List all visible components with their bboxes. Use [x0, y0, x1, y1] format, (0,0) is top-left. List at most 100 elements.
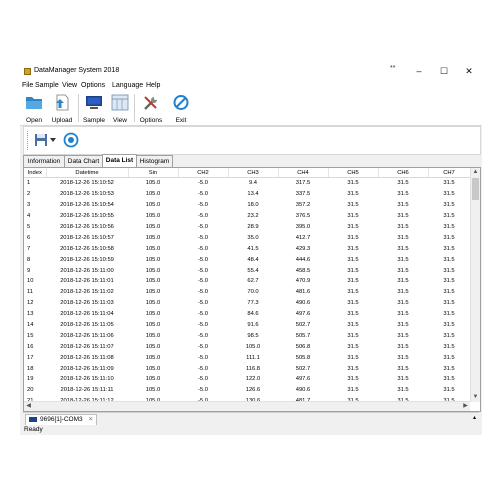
table-row[interactable]: 4 2018-12-26 15:10:55 105.0 -5.0 23.2 376.5 31… — [24, 211, 470, 222]
exit-button[interactable]: Exit — [170, 94, 192, 124]
cell-datetime: 2018-12-26 15:11:05 — [60, 322, 114, 329]
table-row[interactable]: 3 2018-12-26 15:10:54 105.0 -5.0 18.0 357.2 31… — [24, 200, 470, 211]
table-row[interactable]: 13 2018-12-26 15:11:04 105.0 -5.0 84.6 497.6 3… — [24, 309, 470, 320]
cell-ch6: 31.5 — [397, 354, 409, 361]
minimize-button[interactable]: – — [408, 63, 430, 80]
cell-ch5: 31.5 — [347, 202, 359, 209]
cell-index: 11 — [27, 289, 34, 296]
table-row[interactable]: 8 2018-12-26 15:10:59 105.0 -5.0 48.4 444.6 31… — [24, 254, 470, 265]
cell-ch2: -5.0 — [198, 343, 208, 350]
menu-sample[interactable]: Sample — [35, 82, 59, 89]
col-header-ch2[interactable]: CH2 — [178, 168, 229, 178]
cell-datetime: 2018-12-26 15:11:07 — [60, 343, 114, 350]
view-button[interactable]: View — [109, 94, 131, 124]
cell-ch2: -5.0 — [198, 191, 208, 198]
horizontal-scrollbar[interactable]: ◀ ▶ — [24, 401, 470, 411]
col-header-ch5[interactable]: CH5 — [328, 168, 379, 178]
table-row[interactable]: 20 2018-12-26 15:11:11 105.0 -5.0 126.6 490.6… — [24, 385, 470, 396]
cell-index: 12 — [27, 300, 34, 307]
table-row[interactable]: 6 2018-12-26 15:10:57 105.0 -5.0 35.0 412.7 31… — [24, 232, 470, 243]
ribbon-separator — [134, 94, 135, 122]
scroll-up-icon[interactable]: ▲ — [471, 168, 480, 177]
menu-language[interactable]: Language — [112, 82, 143, 89]
menu-help[interactable]: Help — [146, 82, 160, 89]
col-header-ch3[interactable]: CH3 — [228, 168, 279, 178]
table-row[interactable]: 11 2018-12-26 15:11:02 105.0 -5.0 70.0 481.6 3… — [24, 287, 470, 298]
cell-ch7: 31.5 — [443, 224, 455, 230]
status-text: Ready — [24, 426, 43, 433]
cell-ch7: 31.5 — [443, 267, 455, 274]
col-header-ch4[interactable]: CH4 — [278, 168, 329, 178]
table-row[interactable]: 18 2018-12-26 15:11:09 105.0 -5.0 116.8 502.7… — [24, 363, 470, 374]
cell-ch3: 13.4 — [247, 191, 259, 198]
menu-file[interactable]: File — [22, 82, 33, 89]
record-icon[interactable] — [63, 132, 79, 148]
tab-information[interactable]: Information — [23, 155, 65, 167]
tab-data-list[interactable]: Data List — [102, 154, 137, 167]
table-row[interactable]: 12 2018-12-26 15:11:03 105.0 -5.0 77.3 490.6 3… — [24, 298, 470, 309]
cell-ch3: 9.4 — [248, 180, 258, 187]
scroll-down-icon[interactable]: ▼ — [471, 393, 480, 402]
cell-sin: 105.0 — [145, 278, 161, 285]
table-row[interactable]: 19 2018-12-26 15:11:10 105.0 -5.0 122.0 497.6… — [24, 374, 470, 385]
upload-button[interactable]: Upload — [49, 94, 75, 124]
col-header-index[interactable]: Index — [24, 168, 47, 178]
vertical-scrollbar[interactable]: ▲ ▼ — [470, 168, 480, 402]
menu-options[interactable]: Options — [81, 82, 105, 89]
cell-ch5: 31.5 — [347, 278, 359, 285]
sample-button[interactable]: Sample — [81, 94, 107, 124]
menu-view[interactable]: View — [62, 82, 77, 89]
cell-ch2: -5.0 — [198, 376, 208, 383]
table-row[interactable]: 7 2018-12-26 15:10:58 105.0 -5.0 41.5 429.3 31… — [24, 243, 470, 254]
tab-histogram[interactable]: Histogram — [136, 155, 173, 167]
table-row[interactable]: 10 2018-12-26 15:11:01 105.0 -5.0 62.7 470.9 3… — [24, 276, 470, 287]
tab-list-dropdown-icon[interactable]: ▴ — [473, 414, 476, 421]
table-row[interactable]: 2 2018-12-26 15:10:53 105.0 -5.0 13.4 337.5 31… — [24, 189, 470, 200]
cell-index: 2 — [27, 191, 31, 198]
scroll-left-icon[interactable]: ◀ — [24, 402, 33, 411]
upload-document-icon — [56, 94, 69, 111]
options-button[interactable]: Options — [138, 94, 164, 124]
cell-ch6: 31.5 — [397, 311, 409, 318]
cell-sin: 105.0 — [145, 289, 161, 296]
table-row[interactable]: 17 2018-12-26 15:11:08 105.0 -5.0 111.1 505.8… — [24, 352, 470, 363]
col-header-sin[interactable]: Sin — [128, 168, 179, 178]
cell-ch2: -5.0 — [198, 267, 208, 274]
toolbar-grip[interactable] — [27, 131, 30, 150]
table-row[interactable]: 1 2018-12-26 15:10:52 105.0 -5.0 9.4 317.5 31.… — [24, 178, 470, 189]
cell-sin: 105.0 — [145, 376, 161, 383]
cell-ch6: 31.5 — [397, 387, 409, 394]
table-row[interactable]: 9 2018-12-26 15:11:00 105.0 -5.0 55.4 458.5 31… — [24, 265, 470, 276]
table-row[interactable]: 14 2018-12-26 15:11:05 105.0 -5.0 91.6 502.7 3… — [24, 320, 470, 331]
tab-data-chart[interactable]: Data Chart — [64, 155, 103, 167]
table-row[interactable]: 15 2018-12-26 15:11:06 105.0 -5.0 98.5 505.7 3… — [24, 330, 470, 341]
cell-index: 14 — [27, 322, 34, 329]
document-tab[interactable]: 9696[1]-COM3 ✕ — [25, 414, 97, 425]
cell-index: 8 — [27, 256, 31, 263]
open-button[interactable]: Open — [22, 94, 46, 124]
cell-ch6: 31.5 — [397, 180, 409, 187]
save-icon[interactable] — [34, 133, 48, 147]
cell-ch7: 31.5 — [443, 245, 455, 252]
cell-ch5: 31.5 — [347, 256, 359, 263]
close-button[interactable]: ✕ — [458, 63, 480, 80]
device-monitor-icon — [29, 417, 37, 422]
sample-label: Sample — [82, 117, 106, 124]
table-body: 1 2018-12-26 15:10:52 105.0 -5.0 9.4 317.5 31.… — [24, 178, 470, 407]
cell-ch5: 31.5 — [347, 289, 359, 296]
col-header-ch6[interactable]: CH6 — [378, 168, 429, 178]
table-row[interactable]: 16 2018-12-26 15:11:07 105.0 -5.0 105.0 506.8… — [24, 341, 470, 352]
title-bar: DataManager System 2018 ** – ☐ ✕ — [20, 63, 482, 80]
maximize-button[interactable]: ☐ — [433, 63, 455, 80]
chevron-down-icon[interactable] — [50, 138, 56, 143]
vertical-scroll-thumb[interactable] — [472, 178, 479, 200]
tools-icon — [144, 96, 157, 110]
document-tab-close-icon[interactable]: ✕ — [88, 415, 93, 425]
col-header-ch7[interactable]: CH7 — [428, 168, 471, 178]
col-header-datetime[interactable]: Datetime — [46, 168, 129, 178]
options-label: Options — [139, 117, 163, 124]
table-row[interactable]: 5 2018-12-26 15:10:56 105.0 -5.0 28.9 395.0 31… — [24, 222, 470, 233]
cell-datetime: 2018-12-26 15:11:04 — [60, 311, 114, 318]
cell-ch7: 31.5 — [443, 354, 455, 361]
scroll-right-icon[interactable]: ▶ — [461, 402, 470, 411]
